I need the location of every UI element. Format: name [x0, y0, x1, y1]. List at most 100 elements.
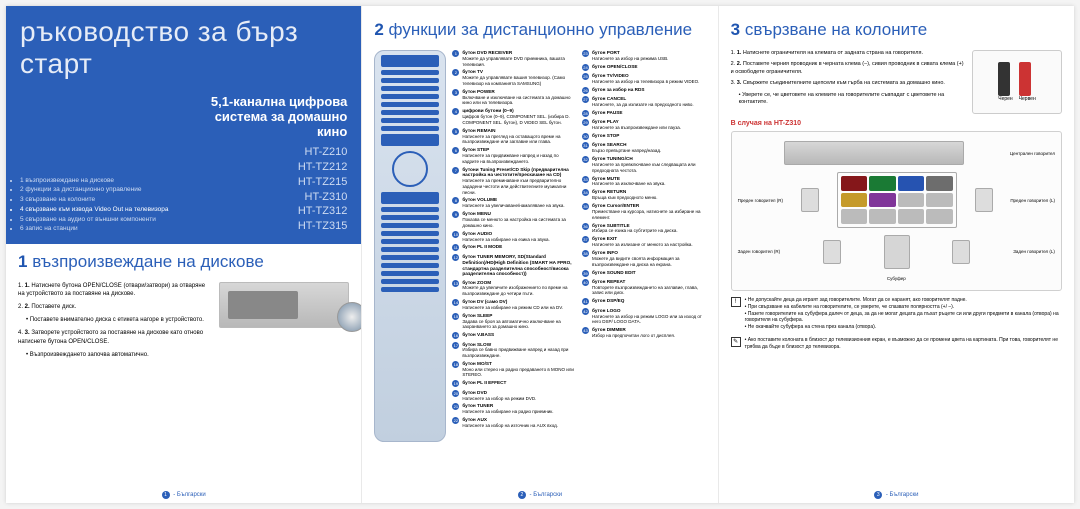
page-2: 2 функции за дистанционно управление: [362, 6, 718, 503]
legend-desc: Натиснете за преминаване към предварител…: [462, 178, 576, 195]
legend-item: 36бутон SUBTITLEИзбира се езика на субти…: [582, 223, 706, 235]
warning-text: • Не окачвайте субуфера на стена през ка…: [745, 324, 1062, 331]
step: 2. Поставете черния проводник в черната …: [731, 61, 964, 76]
legend-item: 37бутон EXITНатиснете за излизане от мен…: [582, 236, 706, 248]
section-3-steps: 1. Натиснете ограничителя на клемата от …: [731, 50, 964, 114]
legend-desc: Натиснете за придвижване напред и назад …: [462, 153, 576, 164]
legend-bullet: 38: [582, 250, 589, 257]
legend-bullet: 34: [582, 189, 589, 196]
step-sub: • Уверете се, че цветовете на клемите на…: [739, 92, 964, 107]
legend-bullet: 23: [582, 50, 589, 57]
legend-item: 34бутон RETURNВръща към предходното меню…: [582, 189, 706, 201]
legend-item: 27бутон CANCELНатиснете, за да излизате …: [582, 96, 706, 108]
legend-bullet: 14: [452, 299, 459, 306]
legend-item: 7бутони Tuning Preset/CD Skip (предварит…: [452, 167, 576, 196]
subtitle-line1: 5,1-канална цифрова: [185, 94, 347, 109]
section-title: свързване на колоните: [745, 20, 927, 39]
legend-bullet: 8: [452, 197, 459, 204]
legend-item: 19бутон PL II EFFECT: [452, 380, 576, 387]
model: HT-Z310: [185, 190, 347, 205]
remote-button-row: [381, 118, 439, 123]
legend-bullet: 17: [452, 342, 459, 349]
legend-item: 24бутон OPEN/CLOSE: [582, 64, 706, 71]
section-number: 2: [374, 20, 383, 39]
label-sub: Субуфер: [887, 276, 906, 281]
legend-bullet: 28: [582, 110, 589, 117]
label-rear-r: Заден говорител (R): [738, 249, 780, 254]
model: HT-TZ212: [185, 160, 347, 175]
legend-desc: Натиснете за избиране на езика на звука.: [462, 237, 549, 243]
warning-1: ! • Не допускайте деца да играят зад гов…: [731, 297, 1062, 331]
toc-item: 3 свързване на колоните: [20, 195, 185, 205]
legend-bullet: 1: [452, 50, 459, 57]
remote-button-row: [381, 110, 439, 115]
receiver-back-icon: [784, 141, 964, 165]
legend-title: бутон за избор на RDS: [592, 87, 645, 93]
remote-button-row: [381, 70, 439, 75]
legend-bullet: 5: [452, 128, 459, 135]
section-number: 1: [18, 252, 27, 271]
page-2-footer: 2 - Български: [362, 491, 717, 499]
legend-item: 21бутон TUNERНатиснете за избиране на ра…: [452, 403, 576, 415]
label-center: Централен говорител: [1010, 151, 1055, 156]
legend-item: 29бутон PLAYНатиснете за възпроизвеждане…: [582, 119, 706, 131]
legend-bullet: 11: [452, 244, 459, 251]
guide-title: ръководство за бърз старт: [20, 16, 347, 80]
remote-illustration: [374, 50, 446, 442]
legend-item: 13бутон ZOOMМожете да увеличите изображе…: [452, 280, 576, 297]
legend-item: 12бутон TUNER MEMORY, SD(Standard Defini…: [452, 254, 576, 278]
legend-desc: Избор на предпочитан лого от дисплея.: [592, 333, 675, 339]
warning-text: • Не допускайте деца да играят зад говор…: [745, 297, 1062, 304]
legend-item: 3бутон POWERВключване и изключване на си…: [452, 89, 576, 106]
toc-item: 4 свързване към извода Video Out на теле…: [20, 205, 185, 215]
legend-title: бутон PAUSE: [592, 110, 623, 116]
legend-bullet: 39: [582, 270, 589, 277]
step: 3. Свържете съединителните щепсели към г…: [731, 80, 964, 87]
footer-lang: - Български: [884, 492, 918, 498]
page-3: 3 свързване на колоните 1. Натиснете огр…: [719, 6, 1074, 503]
step: 1. Натиснете ограничителя на клемата от …: [731, 50, 964, 57]
legend-title: бутон PL II MODE: [462, 244, 502, 250]
legend-item: 41бутон DSP/EQ: [582, 298, 706, 305]
legend-item: 17бутон SLOWИзбира се бавно придвижване …: [452, 342, 576, 359]
legend-bullet: 2: [452, 69, 459, 76]
legend-title: бутон TUNER MEMORY, SD(Standard Definiti…: [462, 254, 576, 278]
legend-bullet: 4: [452, 108, 459, 115]
legend-title: бутон SOUND EDIT: [592, 270, 636, 276]
legend-item: 10бутон AUDIOНатиснете за избиране на ез…: [452, 231, 576, 243]
subtitle-line2: система за домашно кино: [185, 109, 347, 139]
legend-desc: Преместване на курсора, натиснете за изб…: [592, 209, 706, 220]
wiring-diagram: Централен говорител Преден говорител (R)…: [731, 131, 1062, 291]
remote-button-row: [381, 247, 439, 252]
toc-item: 1 възпроизвеждане на дискове: [20, 176, 185, 186]
player-illustration: [219, 282, 349, 364]
table-of-contents: 1 възпроизвеждане на дискове 2 функции з…: [20, 176, 185, 235]
remote-button-row: [381, 215, 439, 220]
legend-bullet: 35: [582, 203, 589, 210]
legend-item: 23бутон PORTНатиснете за избор на режима…: [582, 50, 706, 62]
section-2-heading: 2 функции за дистанционно управление: [374, 20, 705, 40]
legend-bullet: 16: [452, 332, 459, 339]
legend-desc: Цифров бутон (0–9), COMPONENT SEL. (изби…: [462, 114, 576, 125]
legend-desc: Натиснете за превключване към следващата…: [592, 162, 706, 173]
legend-item: 26бутон за избор на RDS: [582, 87, 706, 94]
legend-bullet: 33: [582, 176, 589, 183]
legend-title: бутон STOP: [592, 133, 619, 139]
remote-button-row: [381, 78, 439, 83]
page-1: ръководство за бърз старт 1 възпроизвежд…: [6, 6, 362, 503]
legend-item: 15бутон SLEEPЗадава се броя за автоматич…: [452, 313, 576, 330]
legend-desc: Натиснете за увеличаване/намаляване на з…: [462, 203, 564, 209]
section-1-heading: 1 възпроизвеждане на дискове: [18, 252, 349, 272]
legend-item: 30бутон STOP: [582, 133, 706, 140]
page-1-footer: 1 - Български: [6, 491, 361, 499]
step: 1. Натиснете бутона OPEN/CLOSE (отвари/з…: [18, 282, 209, 298]
remote-button-row: [381, 55, 439, 67]
legend-desc: Натиснете за избиране на режим CD или на…: [462, 305, 563, 311]
speaker-icon: [952, 240, 970, 264]
note-icon: ✎: [731, 337, 741, 347]
plug-label-black: Черен: [998, 96, 1012, 102]
legend-desc: Натиснете за избор на режим DVD.: [462, 396, 536, 402]
label-front-l: Преден говорител (L): [1010, 198, 1055, 203]
legend-item: 33бутон MUTEНатиснете за изключване на з…: [582, 176, 706, 188]
legend-item: 35бутон Cursor/ENTERПреместване на курсо…: [582, 203, 706, 220]
